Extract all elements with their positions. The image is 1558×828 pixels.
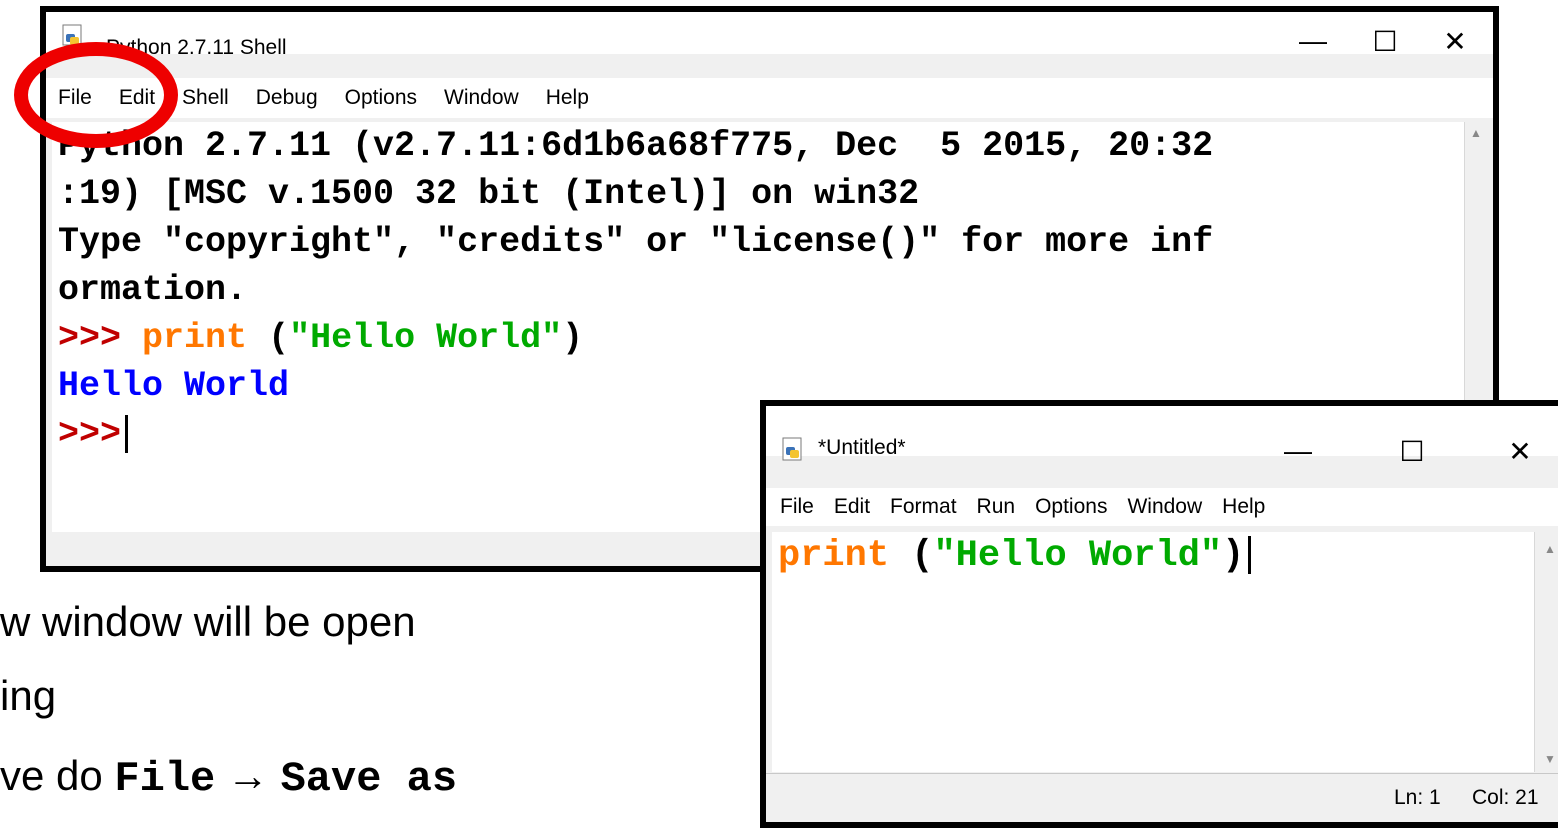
scroll-up-icon[interactable]: ▲ — [1535, 538, 1558, 560]
editor-menubar: File Edit Format Run Options Window Help — [766, 488, 1558, 526]
slide-text-prefix: ve do — [0, 752, 115, 799]
slide-text-line-1: w window will be open — [0, 598, 416, 645]
editor-titlebar[interactable]: *Untitled* — ☐ ✕ — [766, 406, 1558, 467]
shell-menubar: File Edit Shell Debug Options Window Hel… — [46, 78, 1493, 118]
menu-help[interactable]: Help — [546, 86, 589, 110]
shell-banner-line-1: Python 2.7.11 (v2.7.11:6d1b6a68f775, Dec… — [58, 126, 1214, 166]
close-button[interactable]: ✕ — [1423, 20, 1487, 62]
status-line-number: Ln: 1 — [1394, 786, 1441, 809]
shell-prompt-current: >>> — [58, 414, 122, 454]
code-string: "Hello World" — [933, 535, 1223, 577]
menu-window[interactable]: Window — [444, 86, 519, 110]
python-file-icon — [780, 436, 806, 462]
editor-title: *Untitled* — [818, 436, 906, 459]
menu-run[interactable]: Run — [977, 495, 1016, 519]
text-cursor — [125, 414, 129, 453]
minimize-button[interactable]: — — [1266, 430, 1330, 472]
editor-scrollbar[interactable]: ▲ ▼ — [1534, 532, 1558, 772]
code-paren-close: ) — [1222, 535, 1245, 577]
shell-paren-close: ) — [562, 318, 584, 358]
menu-debug[interactable]: Debug — [256, 86, 318, 110]
shell-banner-line-2: :19) [MSC v.1500 32 bit (Intel)] on win3… — [58, 174, 920, 214]
scroll-down-icon[interactable]: ▼ — [1535, 748, 1558, 770]
shell-keyword-print: print — [142, 318, 248, 358]
slide-text-file: File — [114, 755, 216, 803]
status-column-number: Col: 21 — [1472, 786, 1539, 809]
close-button[interactable]: ✕ — [1488, 430, 1552, 472]
editor-code-area[interactable]: print ("Hello World") — [772, 532, 1534, 772]
menu-options[interactable]: Options — [1035, 495, 1107, 519]
menu-window[interactable]: Window — [1127, 495, 1202, 519]
editor-window: *Untitled* — ☐ ✕ File Edit Format Run Op… — [760, 400, 1558, 828]
slide-text-arrow: → — [226, 752, 269, 799]
menu-options[interactable]: Options — [345, 86, 417, 110]
shell-prompt: >>> — [58, 318, 122, 358]
menu-edit[interactable]: Edit — [834, 495, 870, 519]
maximize-button[interactable]: ☐ — [1353, 20, 1417, 62]
scroll-up-icon[interactable]: ▲ — [1465, 122, 1487, 144]
shell-paren-open: ( — [268, 318, 290, 358]
shell-banner-line-4: ormation. — [58, 270, 248, 310]
editor-statusbar: Ln: 1 Col: 21 — [766, 773, 1558, 822]
code-keyword-print: print — [778, 535, 890, 577]
annotation-circle — [14, 42, 178, 148]
shell-titlebar[interactable]: Python 2.7.11 Shell — ☐ ✕ — [46, 12, 1493, 59]
text-cursor — [1248, 536, 1252, 575]
maximize-button[interactable]: ☐ — [1380, 430, 1444, 472]
code-paren-open: ( — [911, 535, 934, 577]
slide-text-line-2: ing — [0, 672, 57, 719]
menu-shell[interactable]: Shell — [182, 86, 229, 110]
minimize-button[interactable]: — — [1281, 20, 1345, 62]
slide-text-save-as: Save as — [280, 755, 458, 803]
shell-string: "Hello World" — [289, 318, 563, 358]
menu-file[interactable]: File — [780, 495, 814, 519]
shell-banner-line-3: Type "copyright", "credits" or "license(… — [58, 222, 1214, 262]
code-line-1: print ("Hello World") — [778, 532, 1534, 580]
menu-format[interactable]: Format — [890, 495, 957, 519]
shell-input-line: >>> print ("Hello World") — [58, 314, 1465, 362]
menu-help[interactable]: Help — [1222, 495, 1265, 519]
slide-text-line-3: ve do File → Save as — [0, 752, 760, 822]
